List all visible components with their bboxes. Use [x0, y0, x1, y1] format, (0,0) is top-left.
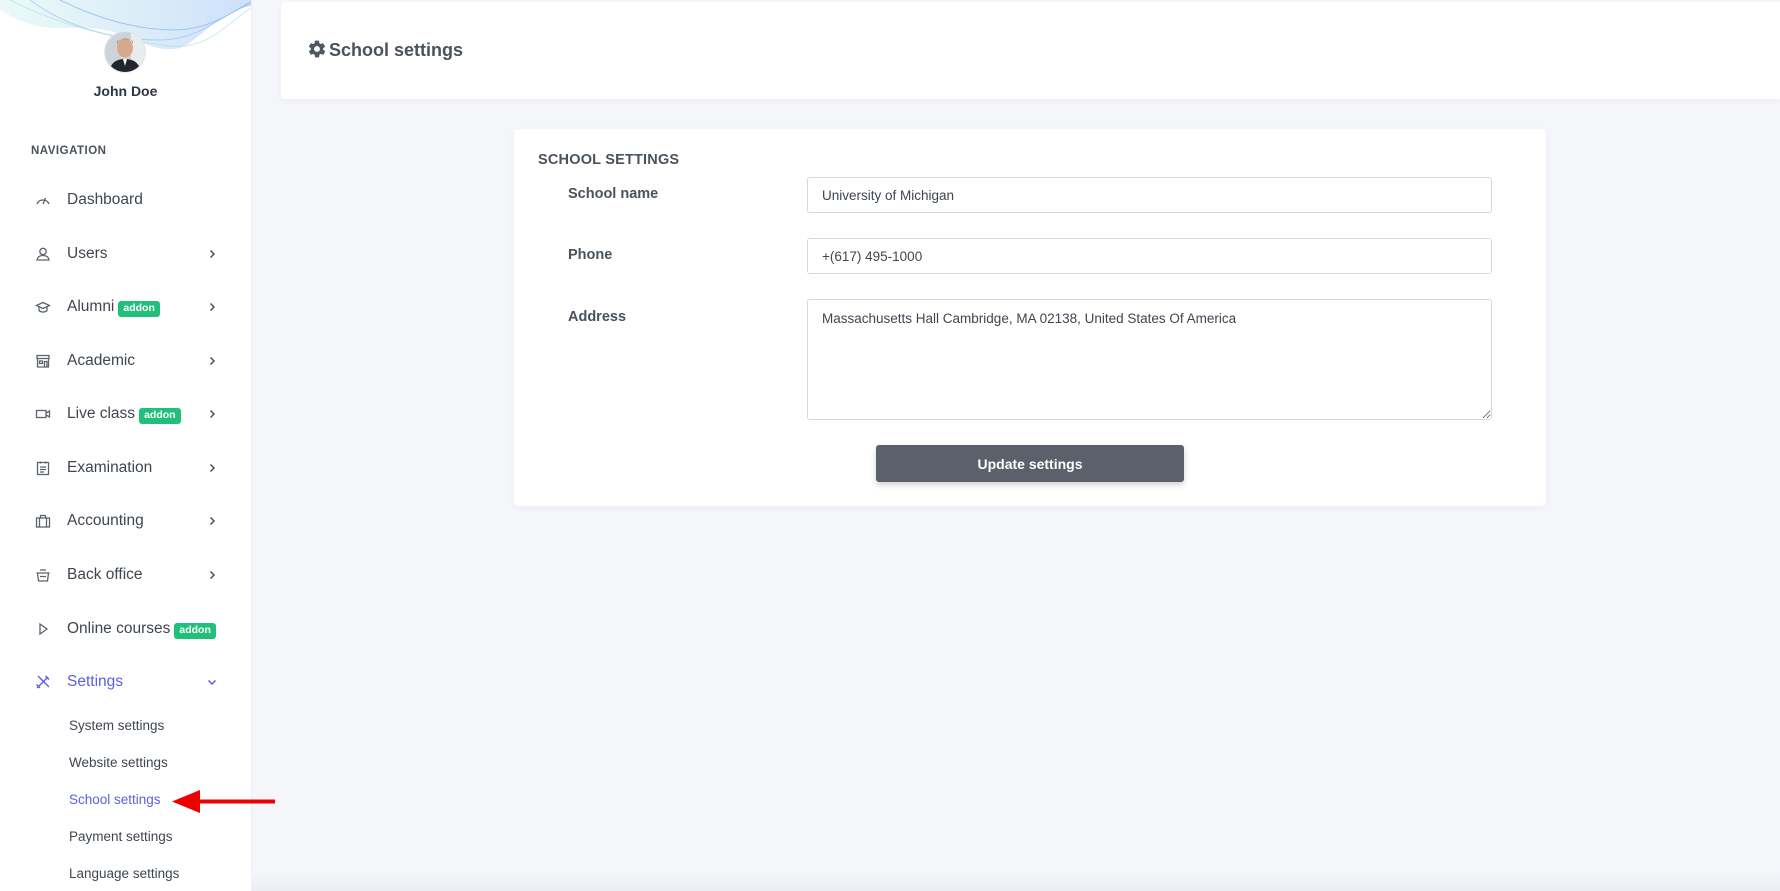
- addon-badge: addon: [118, 301, 160, 317]
- update-settings-button[interactable]: Update settings: [876, 445, 1184, 482]
- user-icon: [34, 245, 52, 263]
- sidebar-item-online-courses[interactable]: Online courses addon: [0, 611, 251, 647]
- sidebar-item-label: Accounting: [67, 512, 144, 529]
- clipboard-icon: [34, 459, 52, 477]
- user-avatar-photo-icon: [105, 32, 145, 72]
- sidebar-item-back-office[interactable]: Back office: [0, 557, 251, 593]
- addon-badge: addon: [174, 623, 216, 639]
- avatar[interactable]: [105, 32, 145, 72]
- sidebar-item-examination[interactable]: Examination: [0, 450, 251, 486]
- video-camera-icon: [34, 405, 52, 423]
- building-icon: [34, 352, 52, 370]
- sidebar-item-label: Users: [67, 245, 108, 262]
- sidebar-item-label: Online courses addon: [67, 620, 216, 639]
- chevron-right-icon: [205, 247, 219, 261]
- chevron-right-icon: [205, 514, 219, 528]
- sidebar: John Doe NAVIGATION Dashboard Users Alum…: [0, 0, 252, 891]
- submenu-item-payment-settings[interactable]: Payment settings: [69, 829, 173, 844]
- content-bottom-edge: [251, 870, 1780, 891]
- chevron-right-icon: [205, 407, 219, 421]
- sidebar-item-label-text: Alumni: [67, 298, 115, 315]
- sidebar-item-academic[interactable]: Academic: [0, 343, 251, 379]
- user-name: John Doe: [93, 83, 158, 99]
- sidebar-item-settings[interactable]: Settings: [0, 664, 251, 700]
- school-name-label: School name: [568, 186, 659, 202]
- sidebar-item-users[interactable]: Users: [0, 236, 251, 272]
- address-label: Address: [568, 309, 627, 325]
- annotation-arrow-icon: [172, 790, 275, 813]
- phone-label: Phone: [568, 247, 613, 263]
- gear-icon: [308, 40, 326, 57]
- sidebar-item-label: Alumni addon: [67, 298, 160, 317]
- sidebar-item-live-class[interactable]: Live class addon: [0, 396, 251, 432]
- sidebar-item-label-text: Online courses: [67, 620, 171, 637]
- address-textarea[interactable]: Massachusetts Hall Cambridge, MA 02138, …: [807, 299, 1492, 420]
- school-settings-card: SCHOOL SETTINGS School name Phone Addres…: [514, 129, 1546, 506]
- phone-input[interactable]: [807, 238, 1492, 274]
- page-header: School settings: [281, 2, 1780, 99]
- submenu-item-language-settings[interactable]: Language settings: [69, 866, 179, 881]
- card-title: SCHOOL SETTINGS: [538, 152, 680, 168]
- chevron-right-icon: [205, 568, 219, 582]
- chevron-right-icon: [205, 300, 219, 314]
- sidebar-item-label: Back office: [67, 566, 143, 583]
- sidebar-item-alumni[interactable]: Alumni addon: [0, 289, 251, 325]
- gauge-icon: [34, 191, 52, 209]
- sidebar-item-label: Examination: [67, 459, 153, 476]
- play-icon: [34, 620, 52, 638]
- page-title: School settings: [307, 40, 463, 61]
- basket-icon: [34, 566, 52, 584]
- sidebar-item-accounting[interactable]: Accounting: [0, 503, 251, 539]
- sidebar-item-label: Live class addon: [67, 405, 181, 424]
- submenu-item-system-settings[interactable]: System settings: [69, 718, 164, 733]
- page-title-text: School settings: [329, 40, 464, 60]
- tools-icon: [34, 673, 52, 691]
- sidebar-item-dashboard[interactable]: Dashboard: [0, 182, 251, 218]
- graduation-cap-icon: [34, 298, 52, 316]
- chevron-down-icon: [205, 675, 219, 689]
- addon-badge: addon: [139, 408, 181, 424]
- briefcase-icon: [34, 512, 52, 530]
- sidebar-item-label-text: Live class: [67, 405, 136, 422]
- submenu-item-website-settings[interactable]: Website settings: [69, 755, 168, 770]
- navigation-heading: NAVIGATION: [31, 145, 107, 157]
- submenu-item-school-settings[interactable]: School settings: [69, 792, 161, 807]
- sidebar-item-label: Dashboard: [67, 191, 143, 208]
- chevron-right-icon: [205, 461, 219, 475]
- sidebar-item-label: Academic: [67, 352, 136, 369]
- chevron-right-icon: [205, 354, 219, 368]
- school-name-input[interactable]: [807, 177, 1492, 213]
- sidebar-item-label: Settings: [67, 673, 124, 690]
